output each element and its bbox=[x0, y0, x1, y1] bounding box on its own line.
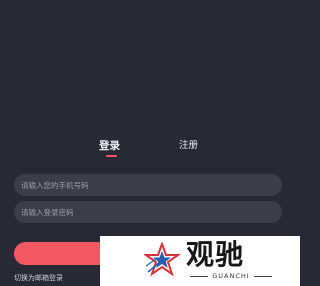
watermark-title: 观驰 bbox=[186, 238, 245, 271]
password-input[interactable] bbox=[14, 201, 282, 223]
switch-to-email-login-link[interactable]: 切换为邮箱登录 bbox=[14, 273, 63, 283]
tab-register[interactable]: 注册 bbox=[179, 138, 198, 154]
phone-input[interactable] bbox=[14, 174, 282, 196]
star-logo-icon bbox=[144, 242, 180, 277]
auth-tabs: 登录 注册 bbox=[0, 138, 300, 162]
tab-login[interactable]: 登录 bbox=[99, 138, 120, 154]
watermark: 观驰 GUANCHI bbox=[100, 236, 300, 286]
active-tab-indicator bbox=[106, 155, 117, 157]
watermark-subtitle: GUANCHI bbox=[190, 272, 272, 280]
